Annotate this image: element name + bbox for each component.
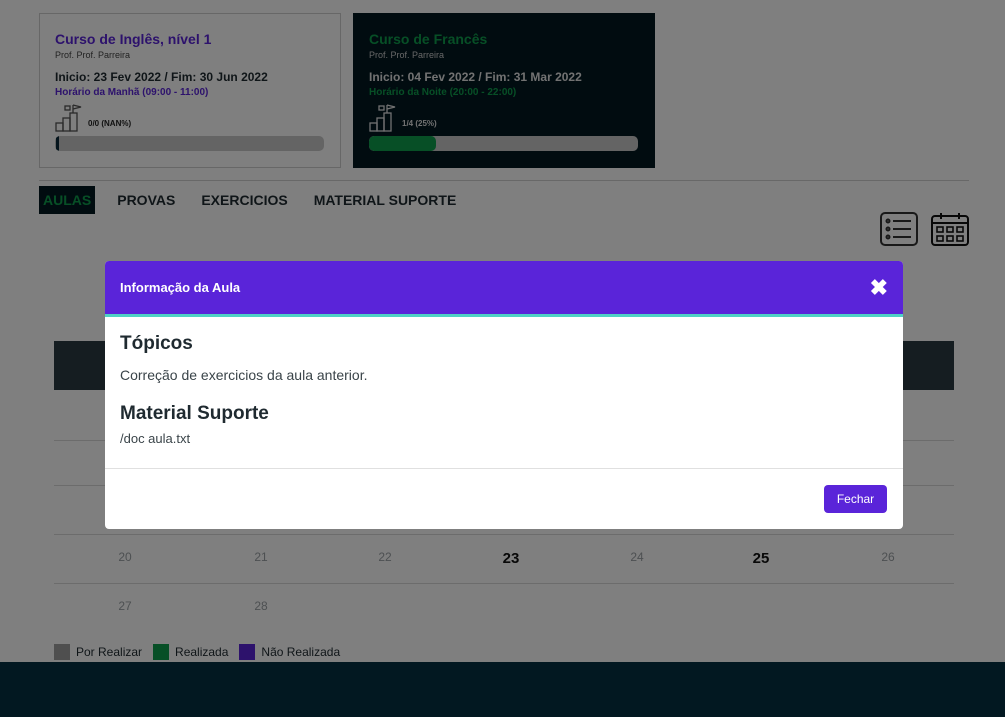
material-heading: Material Suporte bbox=[120, 403, 269, 424]
lesson-info-modal: Informação da Aula ✖ Tópicos Correção de… bbox=[105, 261, 903, 529]
modal-footer: Fechar bbox=[105, 469, 903, 529]
modal-title: Informação da Aula bbox=[120, 280, 241, 295]
topics-heading: Tópicos bbox=[120, 333, 193, 354]
modal-header: Informação da Aula ✖ bbox=[105, 261, 903, 317]
page-footer bbox=[0, 662, 1005, 717]
modal-body: Tópicos Correção de exercicios da aula a… bbox=[105, 317, 903, 469]
material-link[interactable]: /doc aula.txt bbox=[120, 431, 888, 446]
close-button[interactable]: Fechar bbox=[824, 485, 887, 513]
topics-text: Correção de exercicios da aula anterior. bbox=[120, 367, 368, 383]
close-icon[interactable]: ✖ bbox=[870, 276, 888, 299]
